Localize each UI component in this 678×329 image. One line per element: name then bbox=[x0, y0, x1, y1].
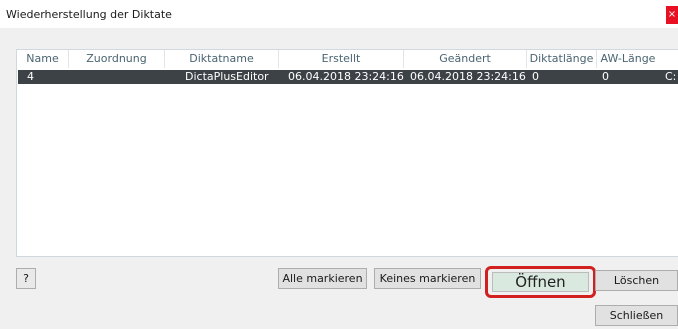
cell-erstellt: 06.04.2018 23:24:16 bbox=[288, 70, 404, 83]
list-header: Name Zuordnung Diktatname Erstellt Geänd… bbox=[17, 50, 678, 68]
cell-diktatname: DictaPlusEditor bbox=[185, 70, 269, 83]
column-header-diktatname[interactable]: Diktatname bbox=[165, 50, 279, 68]
column-header-zuordnung[interactable]: Zuordnung bbox=[69, 50, 165, 68]
close-window-button[interactable]: × bbox=[666, 6, 678, 24]
cell-name: 4 bbox=[27, 70, 34, 83]
dictation-list[interactable]: Name Zuordnung Diktatname Erstellt Geänd… bbox=[16, 49, 678, 257]
cell-diktatlaenge: 0 bbox=[532, 70, 539, 83]
window-title: Wiederherstellung der Diktate bbox=[6, 8, 172, 21]
title-bar: Wiederherstellung der Diktate × bbox=[0, 0, 678, 28]
cell-geaendert: 06.04.2018 23:24:16 bbox=[410, 70, 526, 83]
column-header-aw-laenge[interactable]: AW-Länge bbox=[597, 50, 659, 68]
dialog-body: Name Zuordnung Diktatname Erstellt Geänd… bbox=[0, 28, 678, 329]
delete-button[interactable]: Löschen bbox=[595, 270, 678, 291]
select-all-button[interactable]: Alle markieren bbox=[278, 268, 367, 289]
cell-aw-laenge: 0 bbox=[602, 70, 609, 83]
column-header-geaendert[interactable]: Geändert bbox=[404, 50, 527, 68]
column-header-diktatlaenge[interactable]: Diktatlänge bbox=[527, 50, 597, 68]
open-button-highlight: Öffnen bbox=[485, 266, 596, 298]
cell-overflow: C: bbox=[665, 70, 677, 83]
open-button[interactable]: Öffnen bbox=[492, 272, 589, 292]
column-header-erstellt[interactable]: Erstellt bbox=[279, 50, 404, 68]
select-none-button[interactable]: Keines markieren bbox=[374, 268, 481, 289]
column-header-name[interactable]: Name bbox=[17, 50, 69, 68]
help-button[interactable]: ? bbox=[16, 268, 36, 289]
close-button[interactable]: Schließen bbox=[595, 305, 678, 326]
